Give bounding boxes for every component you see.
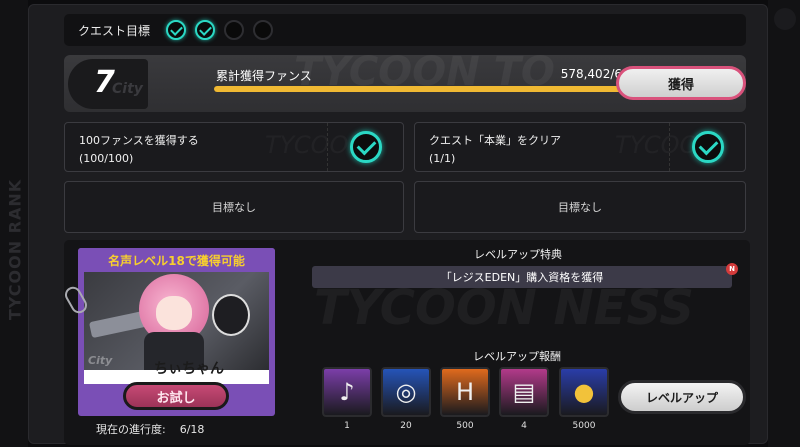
empty-mission-slot-1: 目標なし — [64, 181, 404, 233]
gold-coin-icon: ● — [573, 378, 595, 406]
new-badge: N — [726, 263, 738, 275]
right-edge — [768, 0, 800, 447]
character-name: ちぃちゃん — [154, 361, 224, 377]
reward-title: レベルアップ報酬 — [473, 350, 561, 363]
empty-mission-slot-2: 目標なし — [414, 181, 746, 233]
level-progress: 現在の進行度: 6/18 — [96, 421, 204, 437]
quest-dot-2 — [195, 20, 216, 40]
mission-check-area — [669, 123, 745, 171]
quest-target-label: クエスト目標 — [78, 23, 151, 38]
fans-label: 累計獲得ファンス — [216, 69, 312, 83]
progress-label: 現在の進行度: — [96, 423, 166, 436]
mission-count: (1/1) — [429, 152, 456, 165]
plush-toy — [212, 294, 250, 336]
mission-title: クエスト「本業」をクリア — [429, 134, 561, 147]
side-tab: TYCOON RANK — [0, 0, 28, 447]
quest-dot-3 — [224, 20, 245, 40]
mission-card-2: TYCOON クエスト「本業」をクリア (1/1) — [414, 122, 746, 172]
corner-button[interactable] — [774, 8, 796, 30]
reward-qty-3: 500 — [456, 421, 474, 431]
character-face — [156, 296, 192, 330]
perk-bar: 「レジスEDEN」購入資格を獲得 — [312, 266, 732, 288]
mission-card-1: TYCOON 100ファンスを獲得する (100/100) — [64, 122, 404, 172]
blue-vinyl-icon: ◎ — [395, 378, 417, 406]
mission-count: (100/100) — [79, 152, 134, 165]
quest-target-header: クエスト目標 — [64, 14, 746, 46]
reward-qty-5: 5000 — [572, 421, 596, 431]
check-icon — [692, 131, 724, 163]
fans-progress-fill — [214, 86, 646, 92]
city-logo: City — [112, 81, 143, 97]
reward-qty-4: 4 — [521, 421, 527, 431]
card-unlock-header: 名声レベル18で獲得可能 — [78, 248, 275, 272]
perk-title: レベルアップ特典 — [474, 248, 562, 261]
fans-progress-track — [214, 86, 662, 92]
dark-card-icon: ▤ — [512, 378, 536, 406]
rank-level: 7 — [94, 65, 115, 100]
reward-item-5[interactable]: ● — [559, 367, 609, 417]
trial-button[interactable]: お試し — [123, 382, 229, 410]
reward-item-3[interactable]: H — [440, 367, 490, 417]
perk-text: 「レジスEDEN」購入資格を獲得 — [440, 271, 604, 284]
music-player-icon: ♪ — [339, 378, 355, 406]
reward-qty-1: 1 — [344, 421, 350, 431]
hunter-badge-icon: H — [455, 378, 475, 406]
obtain-button[interactable]: 獲得 — [616, 66, 746, 100]
level-up-button[interactable]: レベルアップ — [618, 380, 746, 414]
progress-value: 6/18 — [179, 423, 205, 436]
quest-dot-4 — [253, 20, 274, 40]
character-illustration: City — [84, 272, 269, 370]
reward-item-2[interactable]: ◎ — [381, 367, 431, 417]
mission-title: 100ファンスを獲得する — [79, 134, 199, 147]
reward-qty-2: 20 — [400, 421, 412, 431]
reward-watermark: TYCOON NESS — [314, 280, 694, 336]
side-tab-label: TYCOON RANK — [5, 178, 25, 321]
check-icon — [350, 131, 382, 163]
card-city-logo: City — [88, 354, 113, 367]
reward-item-1[interactable]: ♪ — [322, 367, 372, 417]
quest-dot-1 — [166, 20, 187, 40]
rank-badge: City 7 — [68, 59, 148, 109]
reward-item-4[interactable]: ▤ — [499, 367, 549, 417]
mission-check-area — [327, 123, 403, 171]
